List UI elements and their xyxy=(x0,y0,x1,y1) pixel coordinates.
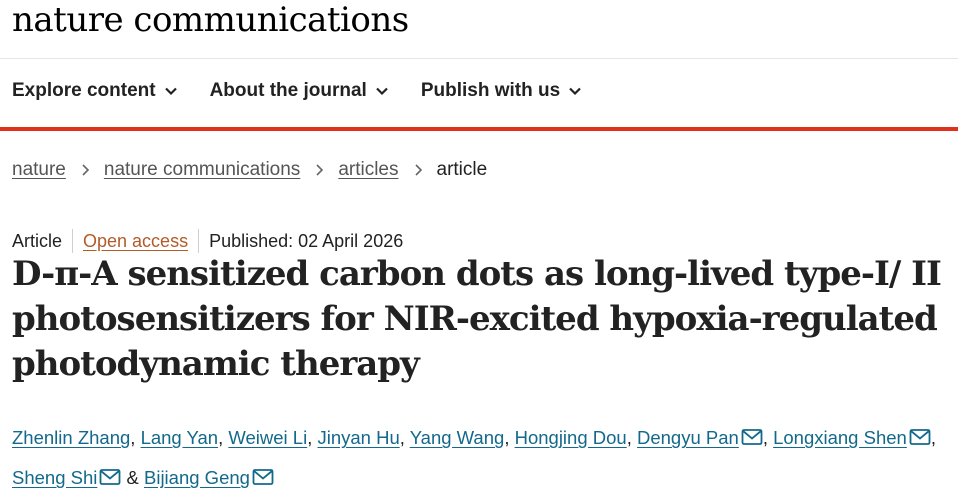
mail-icon[interactable] xyxy=(252,468,274,486)
published-date: Published: 02 April 2026 xyxy=(209,230,404,251)
nav-label: Publish with us xyxy=(420,80,561,101)
chevron-down-icon xyxy=(569,87,581,96)
nav-label: About the journal xyxy=(209,80,367,101)
author-separator: , xyxy=(930,427,936,448)
main-nav: Explore content About the journal Publis… xyxy=(12,80,614,102)
breadcrumb-articles[interactable]: articles xyxy=(338,159,398,181)
author-link[interactable]: Longxiang Shen xyxy=(773,427,907,448)
mail-icon[interactable] xyxy=(909,428,931,446)
author-link[interactable]: Weiwei Li xyxy=(228,427,307,448)
nav-label: Explore content xyxy=(12,80,156,101)
open-access-link[interactable]: Open access xyxy=(83,231,188,252)
author-link[interactable]: Yang Wang xyxy=(410,427,505,448)
nav-explore-content[interactable]: Explore content xyxy=(12,80,178,102)
author-link[interactable]: Dengyu Pan xyxy=(637,427,739,448)
author-link[interactable]: Sheng Shi xyxy=(12,467,97,488)
chevron-right-icon xyxy=(414,164,422,176)
article-type: Article xyxy=(12,230,63,251)
author-separator-last: & xyxy=(121,467,144,488)
article-meta: Article Open access Published: 02 April … xyxy=(12,229,403,253)
breadcrumb-nature[interactable]: nature xyxy=(12,159,66,181)
author-separator: , xyxy=(130,427,141,448)
nav-publish-with-us[interactable]: Publish with us xyxy=(421,80,582,102)
nav-about-journal[interactable]: About the journal xyxy=(210,80,389,102)
author-link[interactable]: Zhenlin Zhang xyxy=(12,427,130,448)
author-link[interactable]: Bijiang Geng xyxy=(144,467,250,488)
author-link[interactable]: Lang Yan xyxy=(141,427,219,448)
meta-divider xyxy=(198,229,200,253)
site-logo[interactable]: nature communications xyxy=(12,0,409,40)
author-separator: , xyxy=(504,427,515,448)
chevron-right-icon xyxy=(82,164,90,176)
author-separator: , xyxy=(626,427,637,448)
author-link[interactable]: Jinyan Hu xyxy=(317,427,399,448)
author-separator: , xyxy=(218,427,229,448)
meta-divider xyxy=(72,229,74,253)
article-title: D-π-A sensitized carbon dots as long-liv… xyxy=(12,254,942,384)
header-divider xyxy=(0,58,958,59)
breadcrumb-nature-communications[interactable]: nature communications xyxy=(104,159,300,181)
mail-icon[interactable] xyxy=(99,468,121,486)
breadcrumb-current: article xyxy=(436,159,488,180)
mail-icon[interactable] xyxy=(741,428,763,446)
author-separator: , xyxy=(307,427,318,448)
chevron-down-icon xyxy=(164,87,177,96)
author-separator: , xyxy=(399,427,410,448)
author-separator: , xyxy=(762,427,774,448)
author-link[interactable]: Hongjing Dou xyxy=(515,427,627,448)
chevron-right-icon xyxy=(316,164,324,176)
author-list: Zhenlin Zhang, Lang Yan, Weiwei Li, Jiny… xyxy=(12,418,956,498)
accent-bar xyxy=(0,127,958,131)
chevron-down-icon xyxy=(376,87,388,96)
breadcrumb: nature nature communications articles ar… xyxy=(12,159,487,181)
